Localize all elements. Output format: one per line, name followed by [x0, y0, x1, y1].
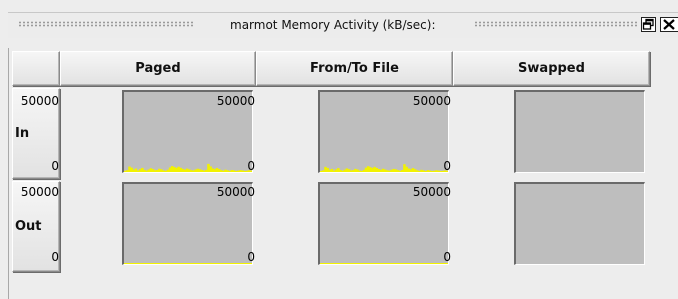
memory-activity-table: Paged From/To File Swapped In Out 50000 … [8, 48, 678, 299]
y-max-label: 50000 [216, 185, 255, 199]
memory-activity-window: marmot Memory Activity (kB/sec): Paged F… [0, 0, 678, 299]
y-min-label: 0 [443, 250, 451, 264]
close-icon [663, 19, 675, 30]
corner-header [12, 51, 60, 86]
activity-plot [516, 184, 644, 264]
activity-plot [516, 92, 644, 172]
y-max-label: 50000 [216, 94, 255, 108]
y-max-label: 50000 [412, 185, 451, 199]
y-max-label: 50000 [20, 94, 59, 108]
column-header-from-to-file[interactable]: From/To File [256, 51, 453, 86]
y-max-label: 50000 [20, 185, 59, 199]
y-max-label: 50000 [412, 94, 451, 108]
column-header-paged[interactable]: Paged [60, 51, 256, 86]
window-title: marmot Memory Activity (kB/sec): [230, 18, 436, 32]
graph-out-swapped [514, 182, 645, 265]
float-window-button[interactable] [641, 17, 656, 32]
float-window-icon [642, 18, 654, 30]
column-header-swapped[interactable]: Swapped [453, 51, 650, 86]
title-grip-right[interactable] [474, 21, 638, 27]
y-min-label: 0 [247, 159, 255, 173]
y-min-label: 0 [443, 159, 451, 173]
title-bar[interactable]: marmot Memory Activity (kB/sec): [8, 12, 678, 38]
y-min-label: 0 [51, 159, 59, 173]
close-window-button[interactable] [660, 17, 678, 32]
graph-in-swapped [514, 90, 645, 173]
y-min-label: 0 [247, 250, 255, 264]
title-grip-left[interactable] [18, 21, 194, 27]
y-min-label: 0 [51, 250, 59, 264]
